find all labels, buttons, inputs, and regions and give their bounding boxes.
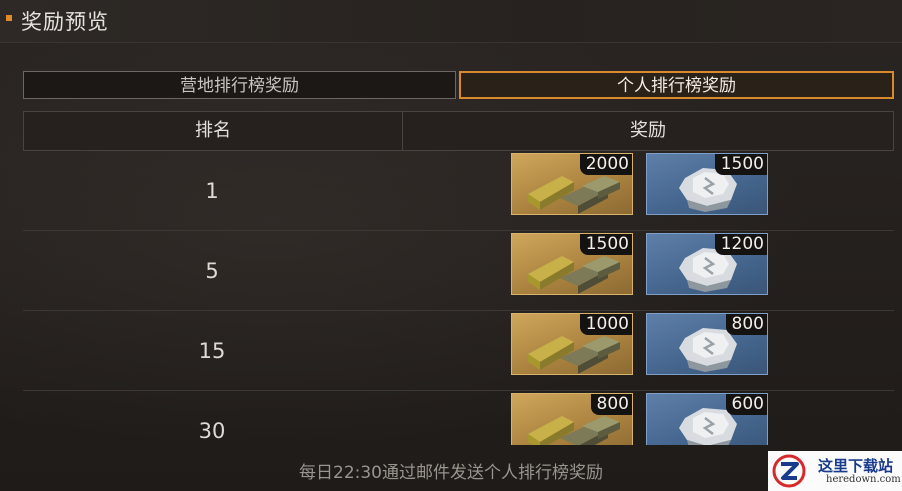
item-quantity: 1500 [579, 234, 632, 255]
reward-item-gold[interactable]: 1500 [511, 233, 633, 295]
rank-cell: 5 [205, 259, 219, 283]
item-quantity: 800 [725, 314, 767, 335]
reward-item-gold[interactable]: 800 [511, 393, 633, 445]
column-header-rank: 排名 [24, 112, 403, 150]
tab-camp-ranking[interactable]: 营地排行榜奖励 [23, 71, 456, 99]
table-row: 1 2000 1500 [23, 151, 894, 231]
watermark-url: heredown.com [826, 474, 901, 485]
reward-item-crystal[interactable]: 600 [646, 393, 768, 445]
tab-personal-ranking[interactable]: 个人排行榜奖励 [459, 71, 894, 99]
table-row: 30 800 600 [23, 391, 894, 445]
mail-delivery-note: 每日22:30通过邮件发送个人排行榜奖励 [299, 463, 603, 483]
page-title: 奖励预览 [21, 10, 109, 34]
column-header-reward: 奖励 [630, 120, 666, 141]
site-watermark: 这里下载站 heredown.com [768, 451, 902, 491]
table-header: 排名 奖励 [23, 111, 894, 151]
reward-item-crystal[interactable]: 1500 [646, 153, 768, 215]
item-quantity: 800 [590, 394, 632, 415]
rank-cell: 1 [205, 179, 219, 203]
reward-item-gold[interactable]: 2000 [511, 153, 633, 215]
item-quantity: 1200 [714, 234, 767, 255]
item-quantity: 1500 [714, 154, 767, 175]
rank-cell: 15 [198, 339, 226, 363]
reward-item-crystal[interactable]: 1200 [646, 233, 768, 295]
watermark-text: 这里下载站 [818, 457, 894, 475]
item-quantity: 2000 [579, 154, 632, 175]
rank-cell: 30 [198, 419, 226, 443]
watermark-logo-icon [772, 454, 806, 488]
panel-header: 奖励预览 [0, 0, 902, 43]
reward-item-crystal[interactable]: 800 [646, 313, 768, 375]
item-quantity: 600 [725, 394, 767, 415]
table-row: 5 1500 1200 [23, 231, 894, 311]
reward-tabs: 营地排行榜奖励 个人排行榜奖励 [23, 71, 894, 101]
table-row: 15 1000 800 [23, 311, 894, 391]
reward-item-gold[interactable]: 1000 [511, 313, 633, 375]
item-quantity: 1000 [579, 314, 632, 335]
title-marker-icon [6, 15, 12, 21]
